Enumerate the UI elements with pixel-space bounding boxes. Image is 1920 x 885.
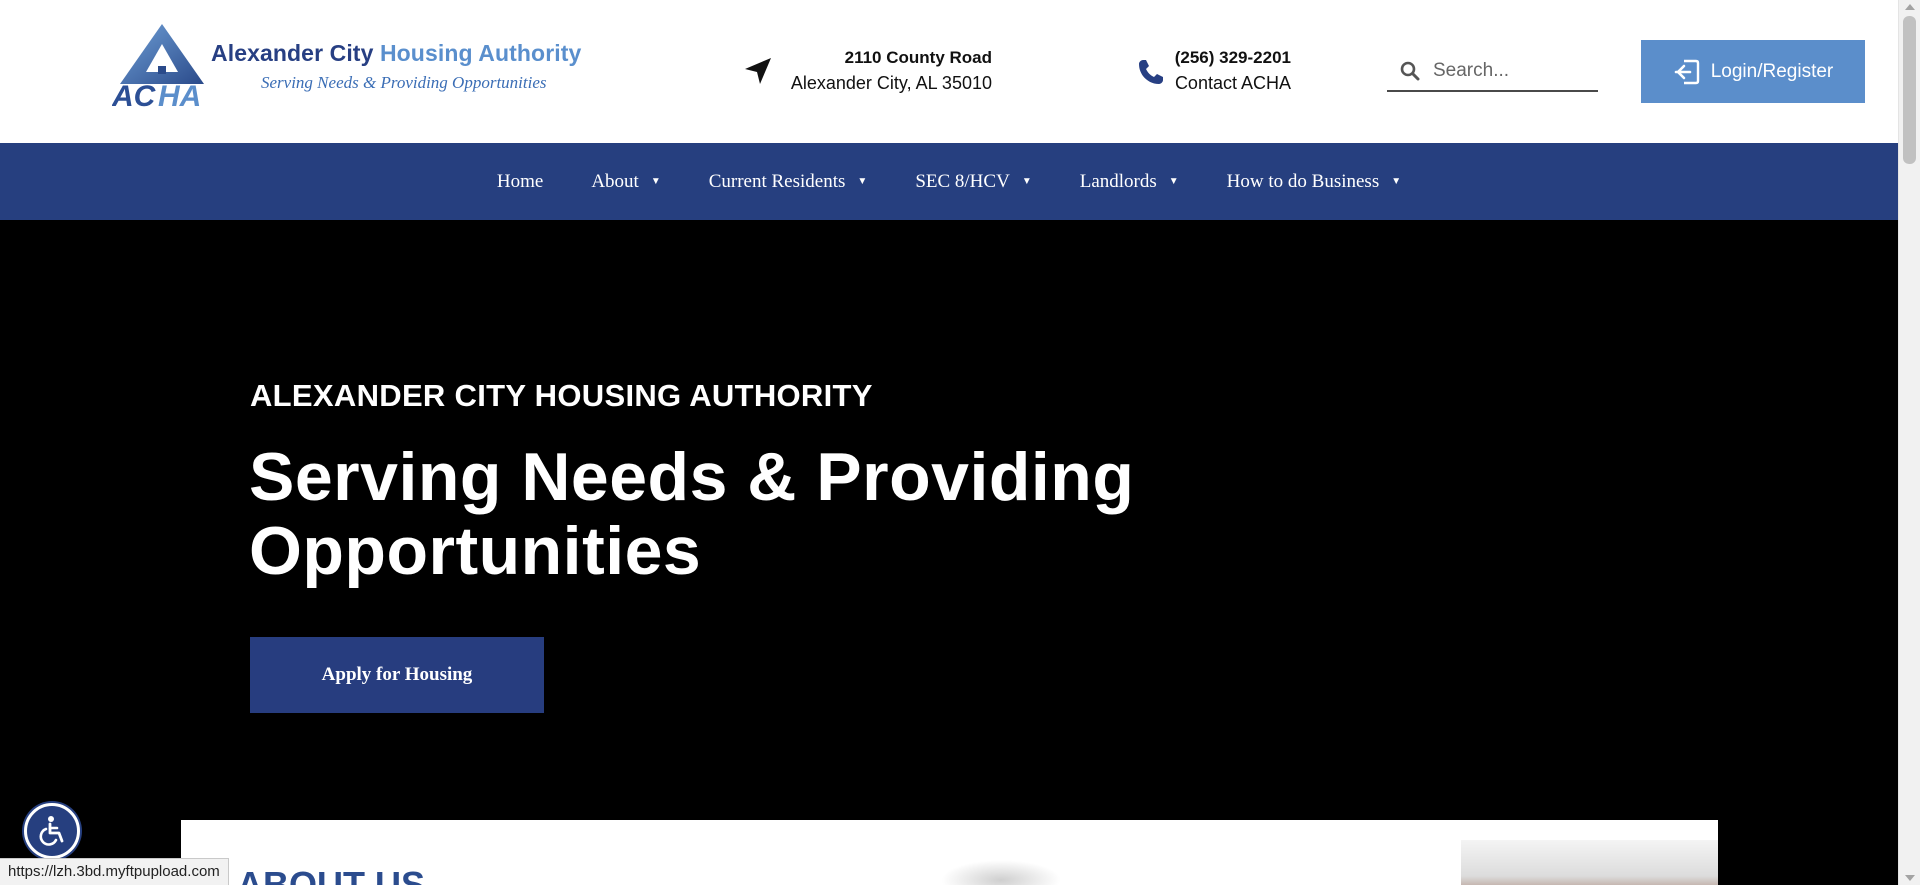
- hero-section: ALEXANDER CITY HOUSING AUTHORITY Serving…: [0, 220, 1898, 885]
- caret-down-icon: ▼: [650, 176, 661, 187]
- contact-link[interactable]: Contact ACHA: [1175, 69, 1291, 97]
- nav-item-home[interactable]: Home: [497, 171, 543, 193]
- scroll-up-icon[interactable]: [1905, 4, 1915, 10]
- nav-item-how-to-do-business[interactable]: How to do Business ▼: [1227, 171, 1401, 193]
- nav-item-label: How to do Business: [1226, 170, 1380, 192]
- phone-icon: [1139, 60, 1163, 84]
- apply-for-housing-label: Apply for Housing: [321, 664, 473, 685]
- about-heading: ABOUT US: [237, 864, 425, 885]
- scrollbar-thumb[interactable]: [1903, 16, 1916, 164]
- site-logo[interactable]: AC HA Alexander City Housing Authority S…: [112, 22, 612, 112]
- phone-block[interactable]: (256) 329-2201 Contact ACHA: [1175, 47, 1291, 97]
- search-input[interactable]: [1433, 56, 1593, 86]
- page-scrollbar[interactable]: [1898, 0, 1920, 885]
- acha-logo-icon: AC HA: [112, 24, 204, 110]
- nav-item-label: Home: [496, 170, 544, 192]
- login-register-button[interactable]: Login/Register: [1641, 40, 1865, 103]
- nav-item-landlords[interactable]: Landlords ▼: [1080, 171, 1179, 193]
- svg-text:HA: HA: [158, 80, 201, 110]
- about-card: ABOUT US: [181, 820, 1718, 885]
- phone-number[interactable]: (256) 329-2201: [1175, 47, 1291, 69]
- login-register-label: Login/Register: [1710, 60, 1834, 82]
- scroll-down-icon[interactable]: [1905, 875, 1915, 881]
- caret-down-icon: ▼: [1021, 176, 1032, 187]
- search-box: [1387, 52, 1598, 92]
- caret-down-icon: ▼: [1168, 176, 1179, 187]
- nav-item-label: Current Residents: [708, 170, 846, 192]
- address-street: 2110 County Road: [844, 48, 992, 67]
- wheelchair-icon: [39, 816, 64, 846]
- logo-title: Alexander City Housing Authority: [211, 40, 582, 66]
- caret-down-icon: ▼: [1391, 176, 1402, 187]
- nav-item-current-residents[interactable]: Current Residents ▼: [709, 171, 868, 193]
- location-arrow-icon: [745, 58, 771, 84]
- nav-item-label: SEC 8/HCV: [915, 170, 1010, 192]
- sign-in-icon: [1674, 59, 1699, 84]
- main-nav: Home About ▼ Current Residents ▼ SEC 8/H…: [0, 143, 1898, 220]
- logo-tagline: Serving Needs & Providing Opportunities: [261, 73, 547, 92]
- nav-item-sec8-hcv[interactable]: SEC 8/HCV ▼: [915, 171, 1031, 193]
- search-icon[interactable]: [1400, 61, 1420, 81]
- svg-text:AC: AC: [112, 80, 157, 110]
- hero-kicker: ALEXANDER CITY HOUSING AUTHORITY: [250, 378, 873, 413]
- hero-title: Serving Needs & Providing Opportunities: [249, 439, 1135, 589]
- nav-item-label: Landlords: [1079, 170, 1157, 192]
- about-image-left: [941, 860, 1061, 885]
- address-city: Alexander City, AL 35010: [790, 73, 992, 93]
- site-header: AC HA Alexander City Housing Authority S…: [0, 0, 1898, 143]
- nav-item-about[interactable]: About ▼: [591, 171, 660, 193]
- accessibility-button[interactable]: [24, 803, 80, 859]
- address-block: 2110 County Road Alexander City, AL 3501…: [791, 47, 992, 97]
- nav-list: Home About ▼ Current Residents ▼ SEC 8/H…: [0, 143, 1898, 220]
- nav-item-label: About: [591, 170, 639, 192]
- about-image-right: [1461, 840, 1718, 885]
- caret-down-icon: ▼: [857, 176, 868, 187]
- status-bar-url: https://lzh.3bd.myftpupload.com: [0, 858, 229, 885]
- apply-for-housing-button[interactable]: Apply for Housing: [250, 637, 544, 713]
